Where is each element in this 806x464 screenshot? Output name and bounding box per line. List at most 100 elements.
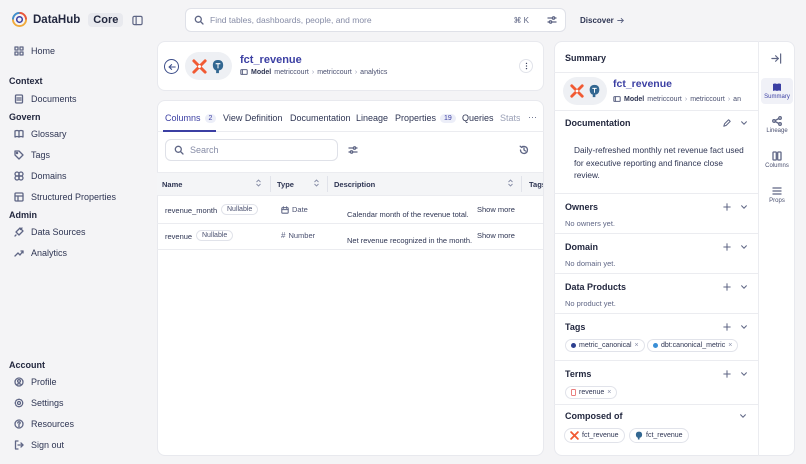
sidebar-collapse-icon[interactable]: [132, 15, 143, 26]
crumb-database[interactable]: metriccourt: [317, 69, 352, 76]
column-name[interactable]: revenue: [165, 232, 192, 241]
sidebar-item-tags[interactable]: Tags: [14, 148, 50, 162]
add-icon[interactable]: [723, 323, 731, 331]
sidebar-item-glossary[interactable]: Glossary: [14, 127, 67, 141]
sidebar-item-label: Home: [31, 46, 56, 56]
user-icon: [14, 377, 24, 387]
entity-breadcrumb: Model metriccourt › metriccourt › analyt…: [240, 68, 387, 76]
column-divider[interactable]: [521, 176, 522, 192]
sort-icon[interactable]: [508, 179, 513, 187]
tab-properties[interactable]: Properties 19: [395, 113, 456, 123]
sidebar-item-sign-out[interactable]: Sign out: [14, 438, 64, 452]
history-icon[interactable]: [519, 145, 529, 155]
tab-queries[interactable]: Queries: [462, 113, 494, 123]
col-header-type[interactable]: Type: [277, 180, 294, 189]
side-tab-props[interactable]: Props: [761, 186, 793, 204]
tab-documentation[interactable]: Documentation: [290, 113, 351, 123]
global-search-input[interactable]: [210, 15, 508, 25]
crumb-schema[interactable]: analytics: [360, 69, 387, 76]
sign-out-icon: [14, 440, 24, 450]
chevron-down-icon[interactable]: [740, 283, 748, 291]
term-chip[interactable]: revenue ×: [565, 386, 618, 399]
global-search-bar[interactable]: ⌘ K: [185, 8, 566, 32]
side-tab-columns[interactable]: Columns: [761, 151, 793, 169]
platform-logos: [185, 52, 232, 80]
back-button[interactable]: [164, 59, 179, 74]
column-filter-icon[interactable]: [348, 145, 358, 155]
properties-icon: [14, 192, 24, 202]
sidebar-item-profile[interactable]: Profile: [14, 375, 57, 389]
crumb-platform[interactable]: metriccourt: [274, 69, 309, 76]
chevron-down-icon[interactable]: [740, 370, 748, 378]
section-context: Context: [9, 76, 43, 86]
chevron-right-icon: ›: [311, 68, 315, 76]
brand-badge: Core: [88, 12, 124, 27]
column-search-box[interactable]: [165, 139, 338, 161]
sidebar-item-domains[interactable]: Domains: [14, 169, 67, 183]
chevron-down-icon[interactable]: [739, 412, 747, 420]
remove-icon[interactable]: ×: [635, 342, 639, 349]
chevron-down-icon[interactable]: [740, 323, 748, 331]
sidebar-item-label: Documents: [31, 94, 77, 104]
side-tab-summary[interactable]: Summary: [761, 78, 793, 104]
sidebar-item-resources[interactable]: Resources: [14, 417, 74, 431]
chevron-down-icon[interactable]: [740, 243, 748, 251]
chevron-down-icon[interactable]: [740, 203, 748, 211]
more-actions-button[interactable]: [519, 59, 533, 73]
add-icon[interactable]: [723, 243, 731, 251]
entity-title[interactable]: fct_revenue: [240, 54, 302, 66]
tab-columns[interactable]: Columns 2: [165, 113, 217, 123]
column-divider[interactable]: [327, 176, 328, 192]
composed-of-entity[interactable]: fct_revenue: [564, 428, 625, 443]
show-more-link[interactable]: Show more: [477, 231, 515, 240]
tab-stats[interactable]: Stats: [500, 113, 520, 123]
column-search-input[interactable]: [190, 145, 329, 155]
owners-section-title: Owners: [565, 202, 599, 212]
tab-view-definition[interactable]: View Definition: [223, 113, 282, 123]
tag-chip[interactable]: dbt:canonical_metric ×: [647, 339, 739, 352]
tab-lineage[interactable]: Lineage: [356, 113, 388, 123]
remove-icon[interactable]: ×: [607, 389, 611, 396]
edit-pencil-icon[interactable]: [723, 119, 731, 127]
chevron-down-icon[interactable]: [740, 119, 748, 127]
crumb-schema[interactable]: an: [733, 96, 741, 103]
remove-icon[interactable]: ×: [728, 342, 732, 349]
filter-sliders-icon[interactable]: [547, 15, 557, 25]
dbt-logo-icon: [192, 58, 207, 74]
show-more-link[interactable]: Show more: [477, 205, 515, 214]
search-shortcut: ⌘ K: [513, 15, 529, 25]
brand[interactable]: DataHub Core: [12, 12, 124, 27]
sort-icon[interactable]: [314, 179, 319, 187]
close-panel-icon[interactable]: [771, 53, 782, 64]
add-icon[interactable]: [723, 203, 731, 211]
sidebar-item-structured-properties[interactable]: Structured Properties: [14, 190, 116, 204]
discover-link[interactable]: Discover: [580, 16, 624, 25]
section-divider: [554, 72, 758, 73]
entity-label: fct_revenue: [582, 432, 619, 439]
domain-section-title: Domain: [565, 242, 599, 252]
col-header-description[interactable]: Description: [334, 180, 375, 189]
column-divider[interactable]: [270, 176, 271, 192]
composed-of-entity[interactable]: fct_revenue: [629, 428, 689, 443]
sidebar-item-data-sources[interactable]: Data Sources: [14, 225, 86, 239]
arrow-right-icon: [617, 17, 624, 24]
row-divider: [157, 223, 543, 224]
sidebar-item-documents[interactable]: Documents: [14, 92, 77, 106]
side-tab-lineage[interactable]: Lineage: [761, 116, 793, 134]
sidebar-item-analytics[interactable]: Analytics: [14, 246, 67, 260]
sort-icon[interactable]: [256, 179, 261, 187]
crumb-platform[interactable]: metriccourt: [647, 96, 682, 103]
documentation-text: Daily-refreshed monthly net revenue fact…: [574, 145, 744, 180]
sidebar-item-settings[interactable]: Settings: [14, 396, 64, 410]
tag-chip[interactable]: metric_canonical ×: [565, 339, 645, 352]
add-icon[interactable]: [723, 283, 731, 291]
sidebar-item-home[interactable]: Home: [14, 44, 55, 58]
sidebar-item-label: Profile: [31, 377, 57, 387]
column-name[interactable]: revenue_month: [165, 206, 217, 215]
col-header-name[interactable]: Name: [162, 180, 182, 189]
add-icon[interactable]: [723, 370, 731, 378]
crumb-database[interactable]: metriccourt: [690, 96, 725, 103]
tabs-overflow-icon[interactable]: ···: [528, 112, 537, 122]
panel-entity-title[interactable]: fct_revenue: [613, 78, 672, 90]
col-header-tags[interactable]: Tags: [529, 180, 543, 189]
